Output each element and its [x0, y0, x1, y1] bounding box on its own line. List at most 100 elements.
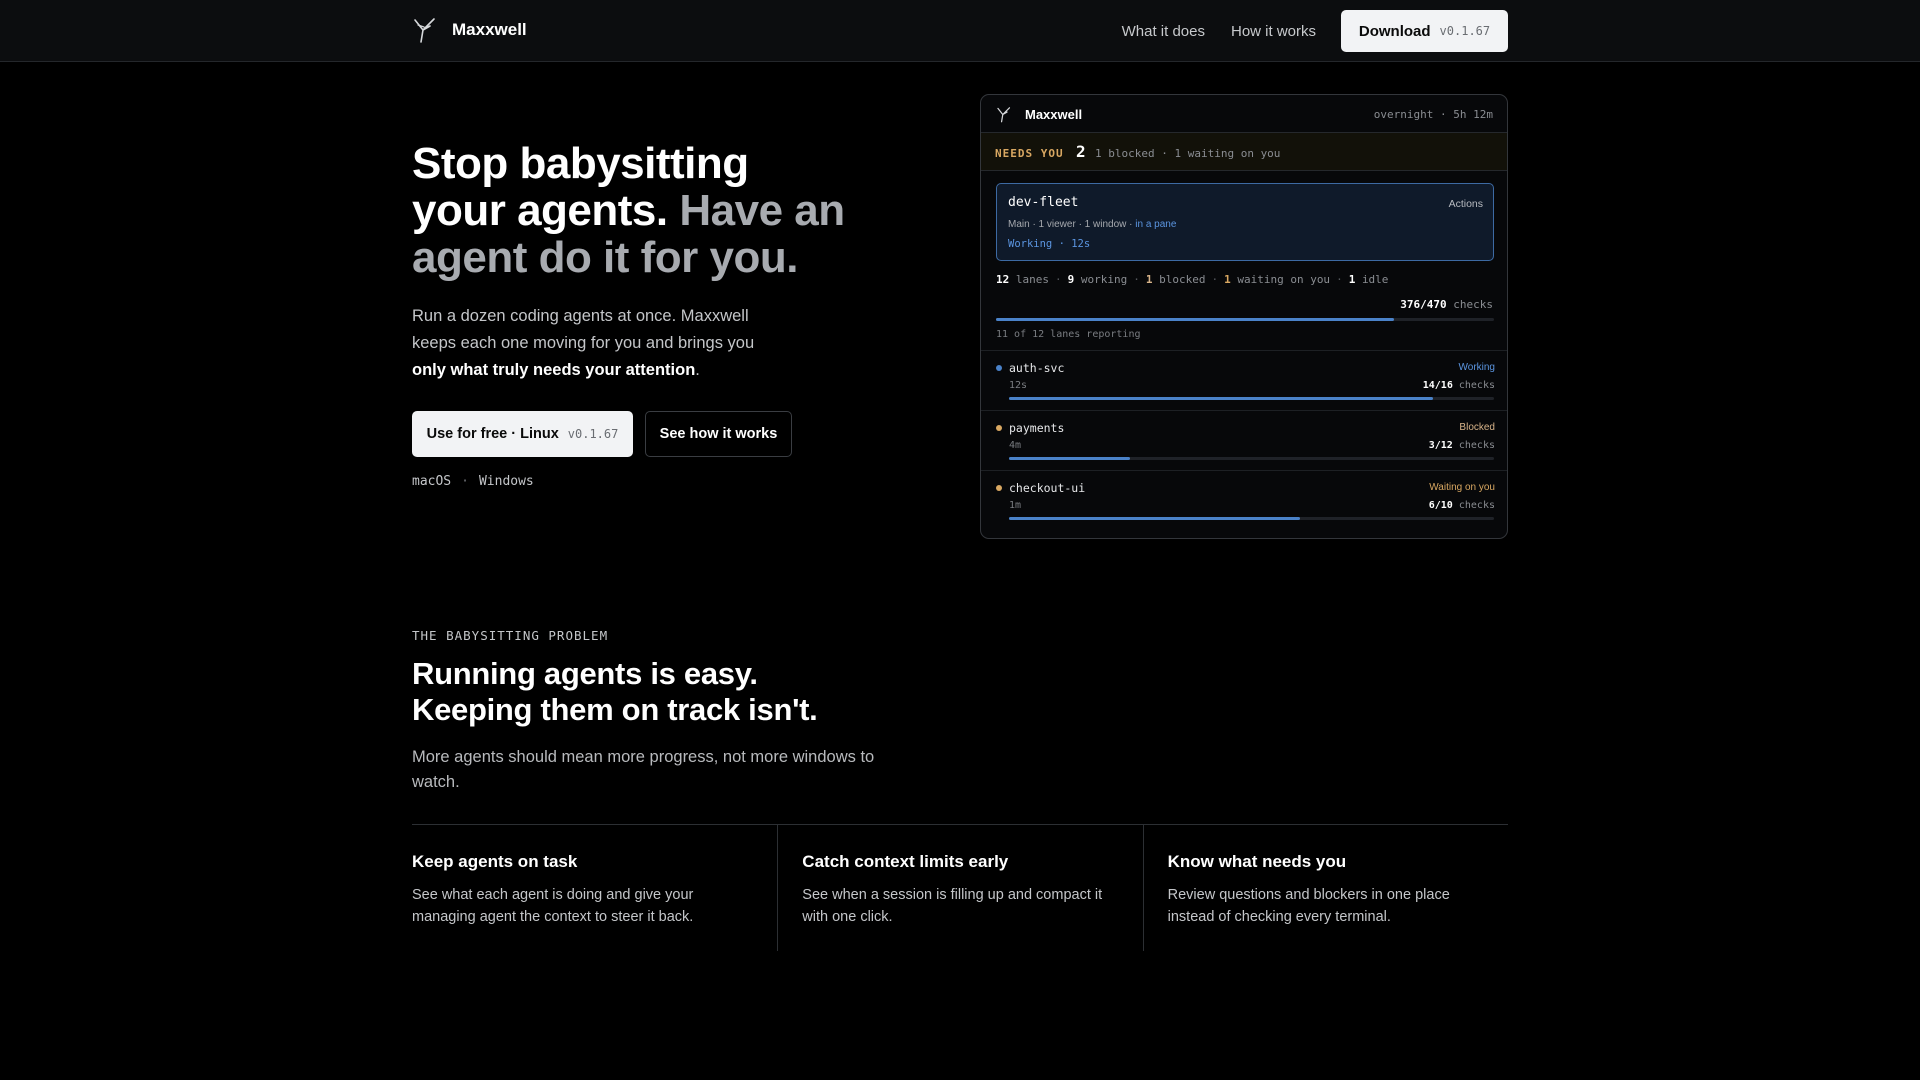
checks-total-value: 376/470	[1400, 298, 1447, 311]
fleet-info-text: Main · 1 viewer · 1 window ·	[1008, 219, 1133, 230]
lane-status: Waiting on you	[1429, 482, 1495, 493]
feature-context-limits: Catch context limits early See when a se…	[777, 825, 1142, 951]
primary-label: Use for free · Linux	[426, 426, 559, 442]
lane-progress-bar	[1009, 517, 1494, 520]
primary-version: v0.1.67	[567, 427, 619, 441]
fleet-actions-button[interactable]: Actions	[1449, 198, 1483, 210]
hero-sub-plain: Run a dozen coding agents at once. Maxxw…	[412, 307, 755, 352]
app-title: Maxxwell	[1025, 107, 1083, 122]
fleet-status: Working · 12s	[1008, 238, 1091, 250]
maxxwell-logo-icon	[414, 18, 435, 43]
use-for-free-button[interactable]: Use for free · Linux v0.1.67	[412, 411, 633, 457]
lane-checks-label: checks	[1458, 380, 1495, 391]
summary-label: blocked	[1159, 273, 1206, 286]
feature-title: Keep agents on task	[412, 852, 578, 871]
checks-total: 376/470 checks	[1400, 298, 1493, 311]
lane-summary: 12 lanes · 9 working · 1 blocked · 1 waiting o…	[996, 273, 1389, 286]
lanes-reporting: 11 of 12 lanes reporting	[996, 329, 1141, 340]
os-separator: ·	[461, 474, 469, 489]
overall-progress-fill	[996, 318, 1395, 321]
summary-label: idle	[1361, 273, 1389, 286]
feature-keep-on-task: Keep agents on task See what each agent …	[412, 825, 777, 951]
summary-label: waiting on you	[1237, 273, 1331, 286]
os-link-macos[interactable]: macOS	[412, 474, 451, 489]
section-subtitle: More agents should mean more progress, n…	[412, 748, 875, 791]
lane-status: Working	[1458, 362, 1496, 373]
lane-progress-fill	[1009, 457, 1131, 460]
feature-grid: Keep agents on task See what each agent …	[412, 824, 1508, 951]
fleet-name: dev-fleet	[1008, 195, 1079, 210]
session-meta: overnight · 5h 12m	[1373, 108, 1493, 121]
feature-body: Review questions and blockers in one pla…	[1167, 887, 1450, 925]
lane-row-checkout-ui[interactable]: checkout-ui Waiting on you 1m 6/10 checks	[981, 470, 1507, 530]
summary-count: 9	[1067, 273, 1075, 286]
lane-status-dot	[996, 425, 1002, 431]
section-title-line2: Keeping them on track isn't.	[412, 692, 818, 727]
fleet-info: Main · 1 viewer · 1 window · in a pane	[1008, 219, 1176, 230]
needs-you-count: 2	[1076, 142, 1086, 161]
lane-time: 12s	[1009, 380, 1028, 391]
needs-you-label: NEEDS YOU	[995, 147, 1064, 160]
section-eyebrow: THE BABYSITTING PROBLEM	[412, 628, 609, 643]
lane-progress-bar	[1009, 397, 1494, 400]
summary-label: lanes	[1015, 273, 1049, 286]
top-nav: Maxxwell What it does How it works Downl…	[0, 0, 1920, 62]
checks-total-label: checks	[1453, 298, 1493, 311]
download-button[interactable]: Download v0.1.67	[1341, 10, 1508, 52]
summary-count: 1	[1224, 273, 1231, 286]
lane-row-auth-svc[interactable]: auth-svc Working 12s 14/16 checks	[981, 350, 1507, 410]
hero-sub-strong: only what truly needs your attention	[412, 361, 696, 379]
fleet-card[interactable]: dev-fleet Actions Main · 1 viewer · 1 wi…	[996, 183, 1494, 261]
summary-count: 12	[996, 273, 1010, 286]
download-label: Download	[1358, 22, 1431, 40]
lane-progress-fill	[1009, 397, 1434, 400]
lane-progress-fill	[1009, 517, 1300, 520]
lane-checks-value: 14/16	[1422, 380, 1453, 391]
nav-links: What it does How it works	[1122, 0, 1316, 62]
summary-count: 1	[1145, 273, 1153, 286]
lane-row-payments[interactable]: payments Blocked 4m 3/12 checks	[981, 410, 1507, 470]
lane-checks: 14/16 checks	[1423, 380, 1495, 391]
brand-name: Maxxwell	[452, 20, 527, 39]
hero-subtitle: Run a dozen coding agents at once. Maxxw…	[412, 303, 782, 384]
needs-you-detail: 1 blocked · 1 waiting on you	[1095, 147, 1281, 160]
os-link-windows[interactable]: Windows	[479, 474, 534, 489]
app-preview: Maxxwell overnight · 5h 12m NEEDS YOU 2 …	[980, 94, 1508, 539]
lane-status-dot	[996, 485, 1002, 491]
app-logo-icon	[997, 107, 1011, 123]
section-title: Running agents is easy. Keeping them on …	[412, 656, 932, 728]
overall-progress-bar	[996, 318, 1494, 321]
lane-name: auth-svc	[1009, 361, 1065, 375]
feature-needs-you: Know what needs you Review questions and…	[1142, 825, 1508, 951]
lane-progress-bar	[1009, 457, 1494, 460]
lane-status-dot	[996, 365, 1002, 371]
lane-name: checkout-ui	[1009, 481, 1086, 495]
lane-checks-value: 3/12	[1428, 440, 1453, 451]
hero-title: Stop babysitting your agents. Have an ag…	[412, 140, 852, 281]
lane-status: Blocked	[1459, 422, 1495, 433]
section-title-line1: Running agents is easy.	[412, 656, 758, 691]
feature-title: Know what needs you	[1167, 852, 1347, 871]
os-links: macOS · Windows	[412, 474, 534, 489]
feature-body: See when a session is filling up and com…	[802, 887, 1103, 925]
lane-time: 1m	[1009, 500, 1022, 511]
brand[interactable]: Maxxwell	[412, 16, 527, 44]
needs-you-banner[interactable]: NEEDS YOU 2 1 blocked · 1 waiting on you	[981, 133, 1507, 171]
fleet-pane-link[interactable]: in a pane	[1135, 219, 1176, 230]
lane-checks-value: 6/10	[1428, 500, 1453, 511]
feature-body: See what each agent is doing and give yo…	[412, 887, 694, 925]
lane-time: 4m	[1009, 440, 1022, 451]
hero-sub-end: .	[695, 361, 700, 379]
lane-checks: 3/12 checks	[1429, 440, 1495, 451]
lane-checks: 6/10 checks	[1429, 500, 1495, 511]
summary-count: 1	[1348, 273, 1356, 286]
lane-name: payments	[1009, 421, 1065, 435]
nav-link-what-it-does[interactable]: What it does	[1122, 23, 1205, 40]
nav-link-how-it-works[interactable]: How it works	[1231, 23, 1316, 40]
see-how-it-works-button[interactable]: See how it works	[645, 411, 792, 457]
lane-checks-label: checks	[1458, 440, 1495, 451]
download-version: v0.1.67	[1439, 24, 1491, 38]
feature-title: Catch context limits early	[802, 852, 1009, 871]
summary-label: working	[1080, 273, 1128, 286]
lane-checks-label: checks	[1458, 500, 1495, 511]
